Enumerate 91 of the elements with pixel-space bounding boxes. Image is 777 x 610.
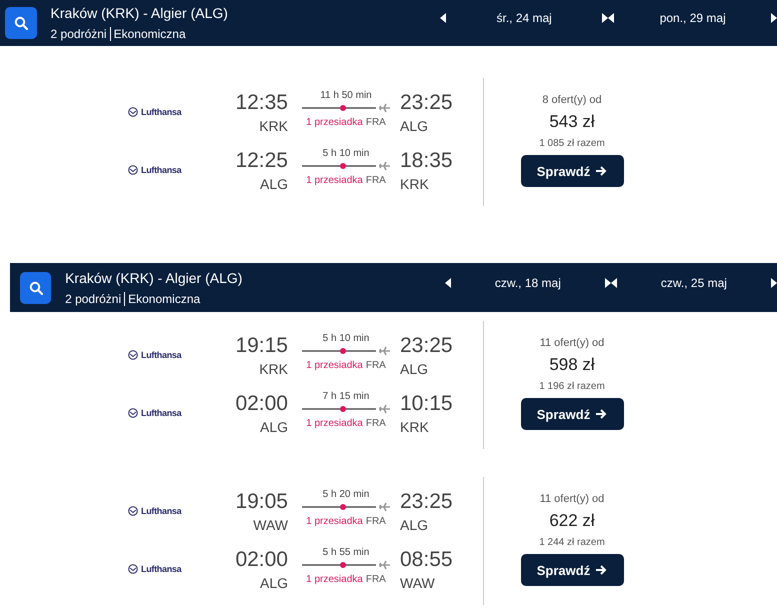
search-icon (28, 280, 43, 294)
layover-airport: FRA (366, 516, 386, 527)
arrival-airport: WAW (400, 574, 435, 593)
stops-count: 1 przesiadka (306, 175, 363, 186)
departure-time: 12:25 (235, 148, 288, 174)
airline-logo-icon (128, 350, 138, 360)
departure-time: 19:05 (235, 489, 288, 515)
cabin-class: Ekonomiczna (127, 292, 200, 306)
airline-name: Lufthansa (141, 564, 182, 574)
departure-time: 12:35 (235, 90, 288, 116)
arrival-airport: ALG (400, 360, 428, 379)
arrival-time: 08:55 (400, 547, 453, 573)
stops-count: 1 przesiadka (306, 418, 363, 429)
travelers-count: 2 podróżni (65, 292, 126, 306)
date-label[interactable]: pon., 29 maj (660, 11, 726, 25)
arrow-right-icon (595, 564, 608, 576)
layover-airport: FRA (366, 117, 386, 128)
stops-count: 1 przesiadka (306, 574, 363, 585)
arrival-time: 23:25 (400, 333, 453, 359)
route-title: Kraków (KRK) - Algier (ALG) (65, 270, 244, 286)
stops-count: 1 przesiadka (306, 516, 363, 527)
flight-duration: 5 h 55 min (322, 547, 370, 559)
next-date-icon[interactable] (602, 13, 608, 23)
previous-date-icon[interactable] (610, 278, 617, 288)
search-icon (14, 16, 28, 30)
airline-logo-icon (128, 564, 138, 574)
offers-count: 11 ofert(y) od (540, 337, 604, 349)
airline-name: Lufthansa (141, 107, 182, 117)
arrow-right-icon (595, 408, 608, 420)
departure-airport: KRK (259, 117, 288, 136)
total-price: 1 244 zł razem (539, 537, 605, 548)
layover-airport: FRA (366, 574, 386, 585)
airline-name: Lufthansa (141, 408, 182, 418)
arrival-time: 10:15 (400, 391, 453, 417)
flight-duration: 11 h 50 min (320, 90, 372, 102)
stops-count: 1 przesiadka (306, 360, 363, 371)
route-title: Kraków (KRK) - Algier (ALG) (50, 5, 229, 21)
arrival-airport: ALG (400, 516, 428, 535)
arrival-airport: KRK (400, 175, 429, 194)
arrival-airport: KRK (400, 418, 429, 437)
offers-count: 8 ofert(y) od (542, 94, 602, 106)
arrival-airport: ALG (400, 117, 428, 136)
layover-airport: FRA (366, 175, 386, 186)
arrival-time: 23:25 (400, 489, 453, 515)
departure-time: 02:00 (235, 547, 288, 573)
departure-airport: KRK (259, 360, 288, 379)
search-button[interactable] (20, 272, 52, 304)
date-label[interactable]: czw., 25 maj (660, 276, 727, 290)
airline-logo-icon (128, 107, 138, 117)
arrival-time: 18:35 (400, 148, 453, 174)
airline-name: Lufthansa (141, 350, 182, 360)
next-date-icon[interactable] (604, 278, 611, 288)
arrow-right-icon (595, 165, 608, 177)
travelers-count: 2 podróżni (50, 27, 111, 41)
departure-time: 19:15 (235, 333, 288, 359)
layover-airport: FRA (366, 418, 386, 429)
price-per-person: 622 zł (549, 511, 595, 531)
check-button[interactable]: Sprawdź (520, 398, 624, 430)
airline-logo-icon (128, 408, 138, 418)
next-date-icon[interactable] (770, 13, 777, 23)
date-label[interactable]: śr., 24 maj (496, 11, 552, 25)
flight-duration: 5 h 10 min (322, 333, 370, 345)
departure-airport: ALG (260, 175, 288, 194)
date-label[interactable]: czw., 18 maj (494, 276, 561, 290)
stops-count: 1 przesiadka (306, 117, 363, 128)
total-price: 1 085 zł razem (539, 138, 605, 149)
departure-airport: ALG (260, 574, 288, 593)
next-date-icon[interactable] (770, 278, 777, 288)
price-per-person: 598 zł (549, 355, 595, 375)
flight-duration: 7 h 15 min (322, 391, 370, 403)
check-button[interactable]: Sprawdź (520, 155, 624, 187)
previous-date-icon[interactable] (440, 13, 446, 23)
total-price: 1 196 zł razem (539, 381, 605, 392)
layover-airport: FRA (366, 360, 386, 371)
search-button[interactable] (5, 7, 37, 39)
previous-date-icon[interactable] (444, 278, 451, 288)
check-button[interactable]: Sprawdź (520, 554, 624, 586)
airline-logo-icon (128, 506, 138, 516)
flight-duration: 5 h 20 min (322, 489, 370, 501)
cabin-class: Ekonomiczna (112, 27, 186, 41)
departure-airport: ALG (260, 418, 288, 437)
airline-name: Lufthansa (141, 506, 182, 516)
price-per-person: 543 zł (549, 112, 595, 132)
arrival-time: 23:25 (400, 90, 453, 116)
airline-name: Lufthansa (141, 165, 182, 175)
departure-time: 02:00 (235, 391, 288, 417)
flight-duration: 5 h 10 min (322, 148, 370, 160)
departure-airport: WAW (253, 516, 288, 535)
airline-logo-icon (128, 165, 138, 175)
previous-date-icon[interactable] (608, 13, 614, 23)
offers-count: 11 ofert(y) od (540, 493, 604, 505)
